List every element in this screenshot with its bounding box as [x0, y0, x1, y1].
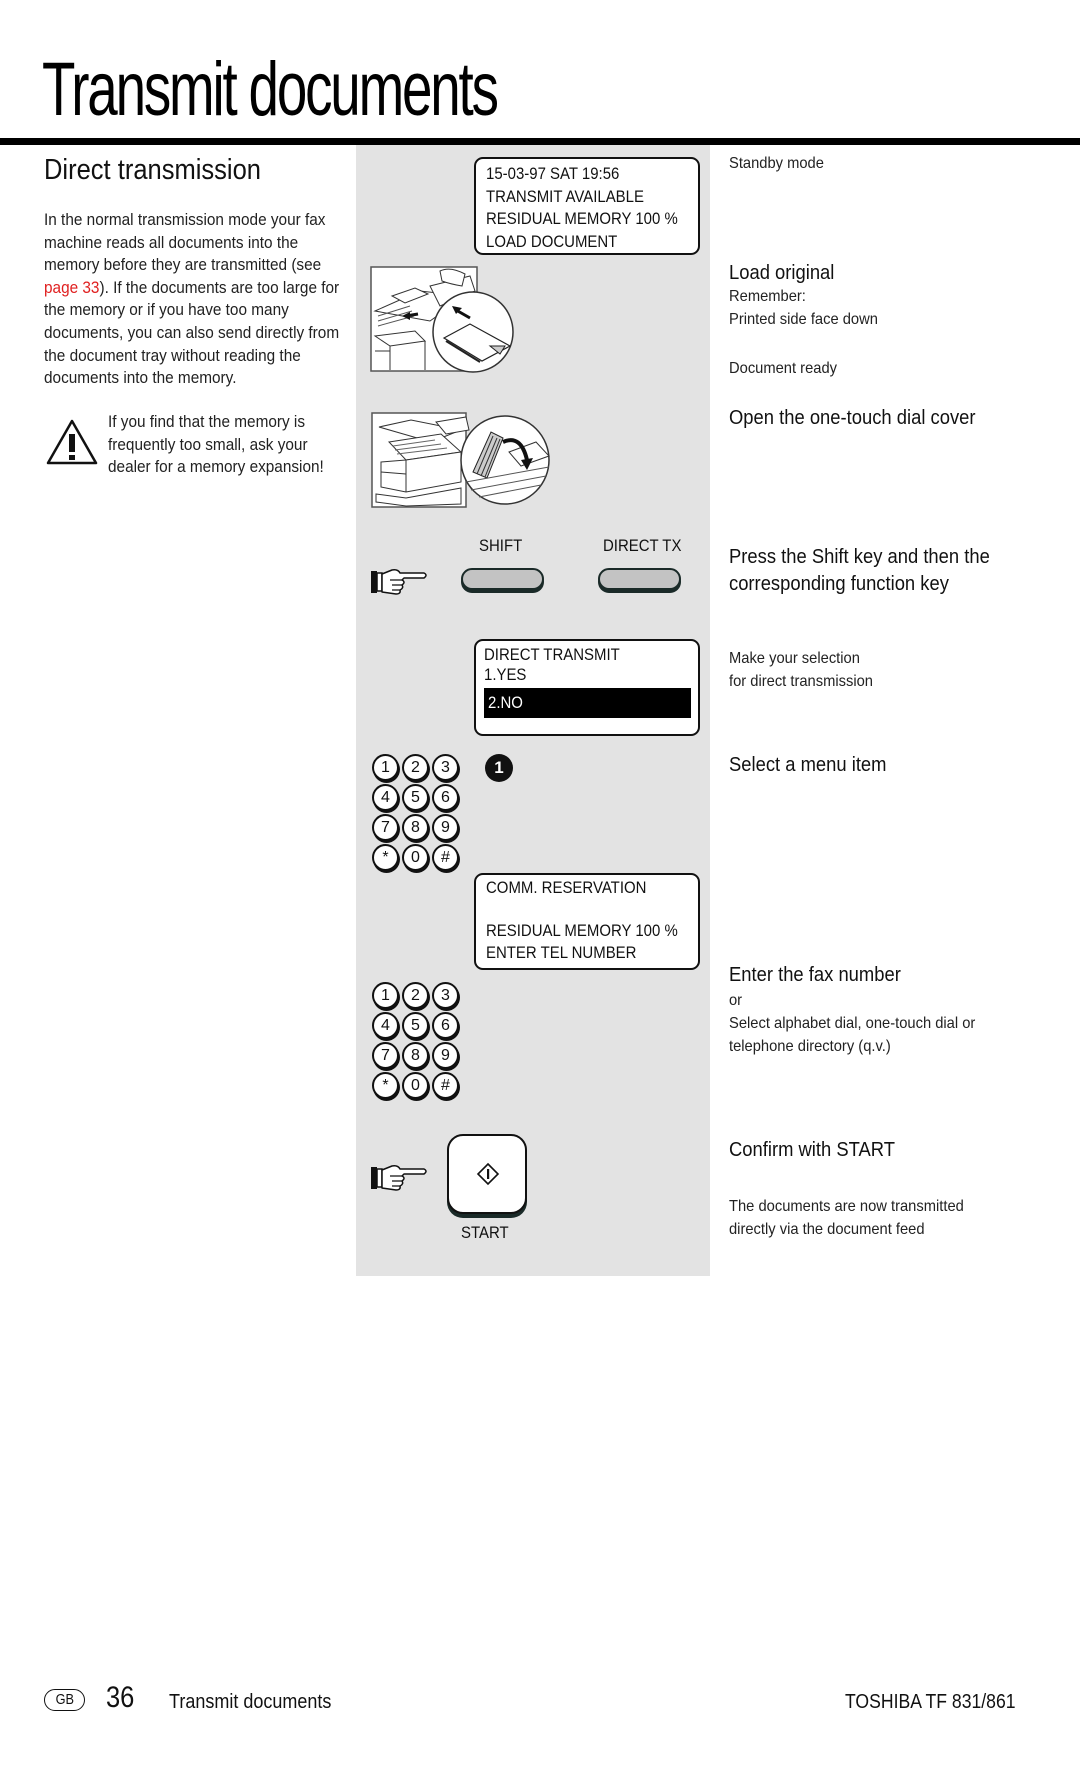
step-load-face-down: Printed side face down	[729, 311, 878, 328]
title-rule	[0, 138, 1080, 145]
keypad-key-7[interactable]: 7	[372, 814, 399, 841]
step-select-alphabet-dial: Select alphabet dial, one-touch dial or …	[729, 1013, 975, 1058]
lcd-line: RESIDUAL MEMORY 100 %	[486, 209, 678, 228]
shift-key-label: SHIFT	[479, 536, 523, 555]
step-load-original: Load original	[729, 262, 835, 284]
step-open-cover: Open the one-touch dial cover	[729, 407, 976, 429]
step-make-selection: Make your selection for direct transmiss…	[729, 648, 873, 693]
keypad-key-0[interactable]: 0	[402, 844, 429, 871]
keypad-key-5[interactable]: 5	[402, 1012, 429, 1039]
step-transmitted-line: The documents are now transmitted	[729, 1198, 964, 1215]
warning-triangle-icon	[46, 419, 98, 465]
pointing-hand-icon	[371, 1165, 427, 1191]
menu-item-number-badge: 1	[485, 754, 513, 782]
open-dial-cover-illustration	[371, 412, 550, 508]
lcd-option-no-selected[interactable]: 2.NO	[484, 688, 691, 718]
step-press-shift-line: corresponding function key	[729, 572, 949, 595]
lcd-line: TRANSMIT AVAILABLE	[486, 186, 644, 206]
load-original-illustration	[370, 266, 514, 373]
keypad-key-2[interactable]: 2	[402, 982, 429, 1009]
keypad-key-9[interactable]: 9	[432, 1042, 459, 1069]
intro-paragraph: In the normal transmission mode your fax…	[44, 209, 343, 390]
start-diamond-icon	[476, 1162, 500, 1186]
start-key-label: START	[461, 1223, 509, 1242]
step-make-selection-line: Make your selection	[729, 650, 860, 667]
step-press-shift: Press the Shift key and then the corresp…	[729, 544, 990, 597]
lcd-display-standby: 15-03-97 SAT 19:56 TRANSMIT AVAILABLE RE…	[474, 157, 700, 255]
warning-text: If you find that the memory is frequentl…	[108, 413, 324, 477]
footer-section-title: Transmit documents	[169, 1691, 332, 1713]
country-badge: GB	[44, 1689, 85, 1711]
keypad-key-1[interactable]: 1	[372, 754, 399, 781]
keypad-key-1[interactable]: 1	[372, 982, 399, 1009]
step-make-selection-line: for direct transmission	[729, 672, 873, 690]
step-select-alpha-line: Select alphabet dial, one-touch dial or	[729, 1015, 976, 1032]
step-press-shift-line: Press the Shift key and then the	[729, 546, 990, 568]
direct-tx-key[interactable]	[598, 568, 681, 590]
lcd-option-no-label: 2.NO	[488, 693, 523, 712]
keypad-key-9[interactable]: 9	[432, 814, 459, 841]
numeric-keypad: 1 2 3 4 5 6 7 8 9 * 0 #	[372, 754, 462, 874]
lcd-option-yes[interactable]: 1.YES	[484, 665, 665, 685]
lcd-line: 15-03-97 SAT 19:56	[486, 164, 620, 183]
lcd-display-comm-reservation: COMM. RESERVATION RESIDUAL MEMORY 100 % …	[474, 873, 700, 970]
page-number: 36	[106, 1681, 135, 1714]
keypad-key-3[interactable]: 3	[432, 754, 459, 781]
step-select-alpha-line: telephone directory (q.v.)	[729, 1037, 891, 1055]
country-code: GB	[55, 1691, 74, 1708]
lcd-line: ENTER TEL NUMBER	[486, 943, 637, 962]
shift-key[interactable]	[461, 568, 544, 590]
keypad-key-hash[interactable]: #	[432, 844, 459, 871]
step-confirm-start: Confirm with START	[729, 1139, 895, 1161]
lcd-title: DIRECT TRANSMIT	[484, 645, 620, 664]
step-select-menu-item: Select a menu item	[729, 754, 887, 776]
keypad-key-4[interactable]: 4	[372, 1012, 399, 1039]
intro-text-before: In the normal transmission mode your fax…	[44, 211, 326, 275]
lcd-line: COMM. RESERVATION	[486, 878, 647, 897]
section-heading: Direct transmission	[44, 154, 261, 186]
lcd-line: RESIDUAL MEMORY 100 %	[486, 921, 678, 940]
keypad-key-5[interactable]: 5	[402, 784, 429, 811]
keypad-key-7[interactable]: 7	[372, 1042, 399, 1069]
step-transmitted-line: directly via the document feed	[729, 1220, 925, 1238]
page-33-link[interactable]: page 33	[44, 279, 99, 297]
keypad-key-8[interactable]: 8	[402, 814, 429, 841]
keypad-key-star[interactable]: *	[372, 1072, 399, 1099]
keypad-key-3[interactable]: 3	[432, 982, 459, 1009]
lcd-blank-line	[486, 899, 688, 920]
step-or: or	[729, 992, 743, 1009]
step-load-remember: Remember:	[729, 288, 806, 305]
step-enter-fax-number: Enter the fax number	[729, 964, 901, 986]
keypad-key-star[interactable]: *	[372, 844, 399, 871]
keypad-key-hash[interactable]: #	[432, 1072, 459, 1099]
lcd-display-direct-transmit: DIRECT TRANSMIT 1.YES 2.NO	[474, 639, 700, 736]
page-title: Transmit documents	[42, 47, 499, 132]
direct-tx-key-label: DIRECT TX	[603, 536, 682, 555]
step-documents-transmitted: The documents are now transmitted direct…	[729, 1196, 964, 1241]
keypad-key-2[interactable]: 2	[402, 754, 429, 781]
footer-brand-model: TOSHIBA TF 831/861	[845, 1691, 1016, 1713]
keypad-key-8[interactable]: 8	[402, 1042, 429, 1069]
step-document-ready: Document ready	[729, 360, 837, 377]
lcd-line: LOAD DOCUMENT	[486, 231, 618, 251]
keypad-key-6[interactable]: 6	[432, 1012, 459, 1039]
keypad-key-6[interactable]: 6	[432, 784, 459, 811]
keypad-key-0[interactable]: 0	[402, 1072, 429, 1099]
numeric-keypad: 1 2 3 4 5 6 7 8 9 * 0 #	[372, 982, 462, 1102]
step-standby-mode: Standby mode	[729, 155, 824, 172]
start-key[interactable]	[447, 1134, 527, 1214]
keypad-key-4[interactable]: 4	[372, 784, 399, 811]
pointing-hand-icon	[371, 569, 427, 595]
